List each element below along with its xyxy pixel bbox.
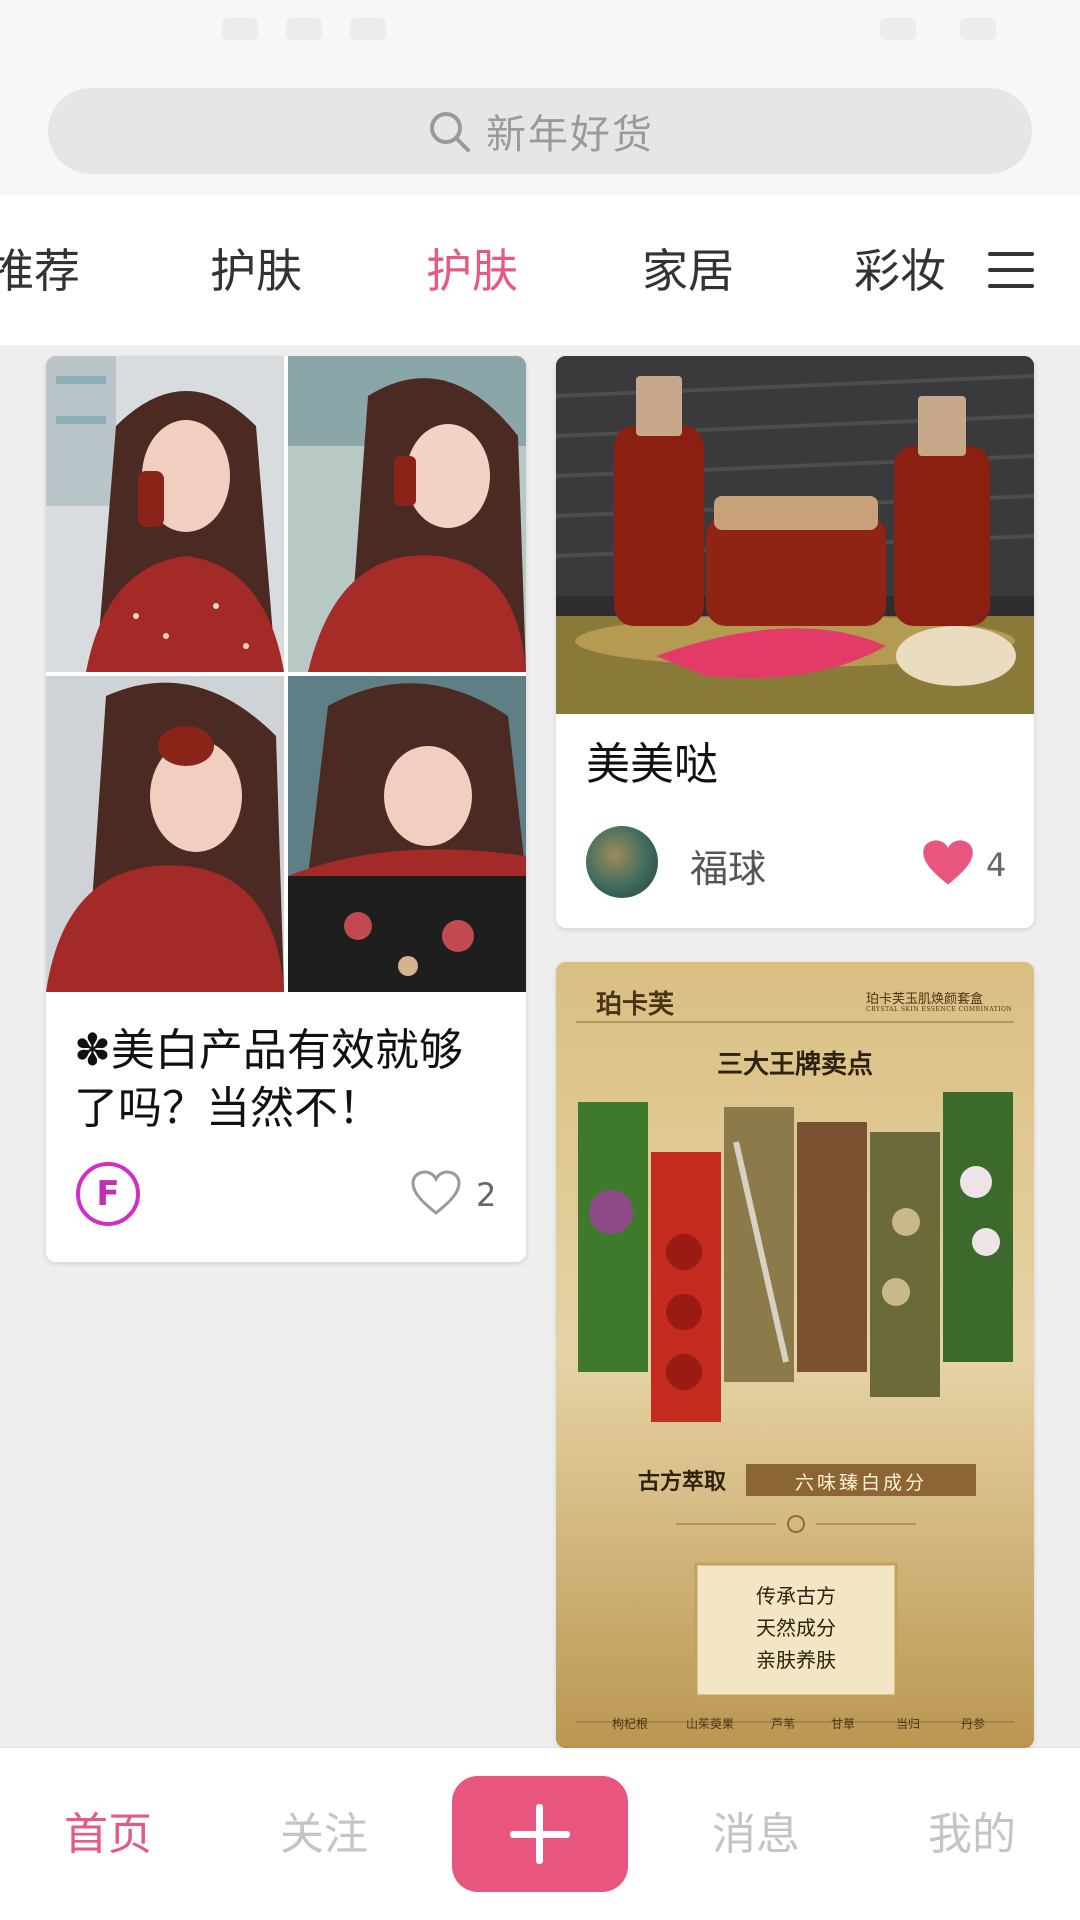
photo	[288, 676, 526, 992]
avatar[interactable]	[586, 826, 658, 898]
nav-follow[interactable]: 关注	[280, 1798, 368, 1862]
poster-ingredient: 丹参	[961, 1717, 986, 1731]
nav-home[interactable]: 首页	[64, 1798, 152, 1862]
status-indicator	[350, 18, 386, 40]
poster-ingredient: 山茱萸果	[686, 1717, 735, 1731]
poster-ingredient: 当归	[896, 1717, 921, 1731]
status-indicator	[222, 18, 258, 40]
add-post-button[interactable]	[452, 1776, 628, 1892]
nav-me[interactable]: 我的	[928, 1798, 1016, 1862]
poster-slogan-line: 亲肤养肤	[756, 1648, 836, 1672]
search-input[interactable]: 新年好货	[48, 88, 1032, 174]
poster-subtitle-left: 古方萃取	[638, 1469, 727, 1495]
plus-icon	[536, 1804, 543, 1864]
poster-slogan-line: 天然成分	[756, 1616, 836, 1640]
poster-slogan: 传承古方 天然成分 亲肤养肤	[696, 1580, 896, 1676]
heart-outline-icon[interactable]	[410, 1170, 462, 1216]
like-count: 2	[476, 1176, 497, 1214]
card-title: 美美哒	[586, 739, 718, 790]
poster-slogan-line: 传承古方	[756, 1584, 836, 1608]
status-bar	[0, 0, 1080, 60]
author-name: 福球	[690, 847, 767, 891]
product-photo	[556, 356, 1034, 714]
heart-filled-icon[interactable]	[920, 838, 976, 888]
tab-home[interactable]: 家居	[642, 235, 734, 301]
status-indicator	[880, 18, 916, 40]
poster-subtitle-right: 六味臻白成分	[794, 1472, 927, 1494]
photo-collage	[46, 356, 526, 992]
search-icon	[430, 112, 470, 152]
like-count: 4	[986, 846, 1007, 884]
poster-product-line-en: CRYSTAL SKIN ESSENCE COMBINATION	[866, 1006, 1013, 1013]
poster-ingredient: 甘草	[831, 1717, 856, 1731]
photo	[46, 356, 284, 672]
nav-messages[interactable]: 消息	[712, 1798, 800, 1862]
tab-recommend[interactable]: 推荐	[0, 235, 80, 301]
avatar[interactable]: F	[76, 1162, 140, 1226]
avatar-letter: F	[96, 1174, 120, 1214]
card-title: ✽美白产品有效就够了吗？当然不！	[74, 1025, 463, 1134]
poster-ingredient: 芦苇	[771, 1717, 796, 1731]
tab-makeup[interactable]: 彩妆	[854, 235, 946, 301]
feed-card[interactable]: 珀卡芙 珀卡芙玉肌焕颜套盒 CRYSTAL SKIN ESSENCE COMBI…	[556, 962, 1034, 1748]
photo	[46, 676, 284, 992]
poster-brand: 珀卡芙	[596, 990, 675, 1020]
menu-icon[interactable]	[988, 252, 1034, 288]
search-area: 新年好货	[0, 60, 1080, 195]
poster-ingredient: 枸杞根	[612, 1717, 649, 1731]
poster-headline: 三大王牌卖点	[716, 1050, 873, 1080]
feed-card[interactable]: ✽美白产品有效就够了吗？当然不！ F 2	[46, 356, 526, 1262]
search-placeholder: 新年好货	[486, 112, 654, 158]
poster-product-line: 珀卡芙玉肌焕颜套盒	[866, 992, 984, 1007]
feed-card[interactable]: 美美哒 福球 4	[556, 356, 1034, 928]
category-tabs: 推荐 护肤 护肤 家居 彩妆	[0, 195, 1080, 345]
tab-skincare-active[interactable]: 护肤	[426, 235, 518, 301]
bottom-nav: 首页 关注 消息 我的	[0, 1748, 1080, 1920]
status-indicator	[960, 18, 996, 40]
tab-skincare[interactable]: 护肤	[210, 235, 302, 301]
status-indicator	[286, 18, 322, 40]
photo	[288, 356, 526, 672]
